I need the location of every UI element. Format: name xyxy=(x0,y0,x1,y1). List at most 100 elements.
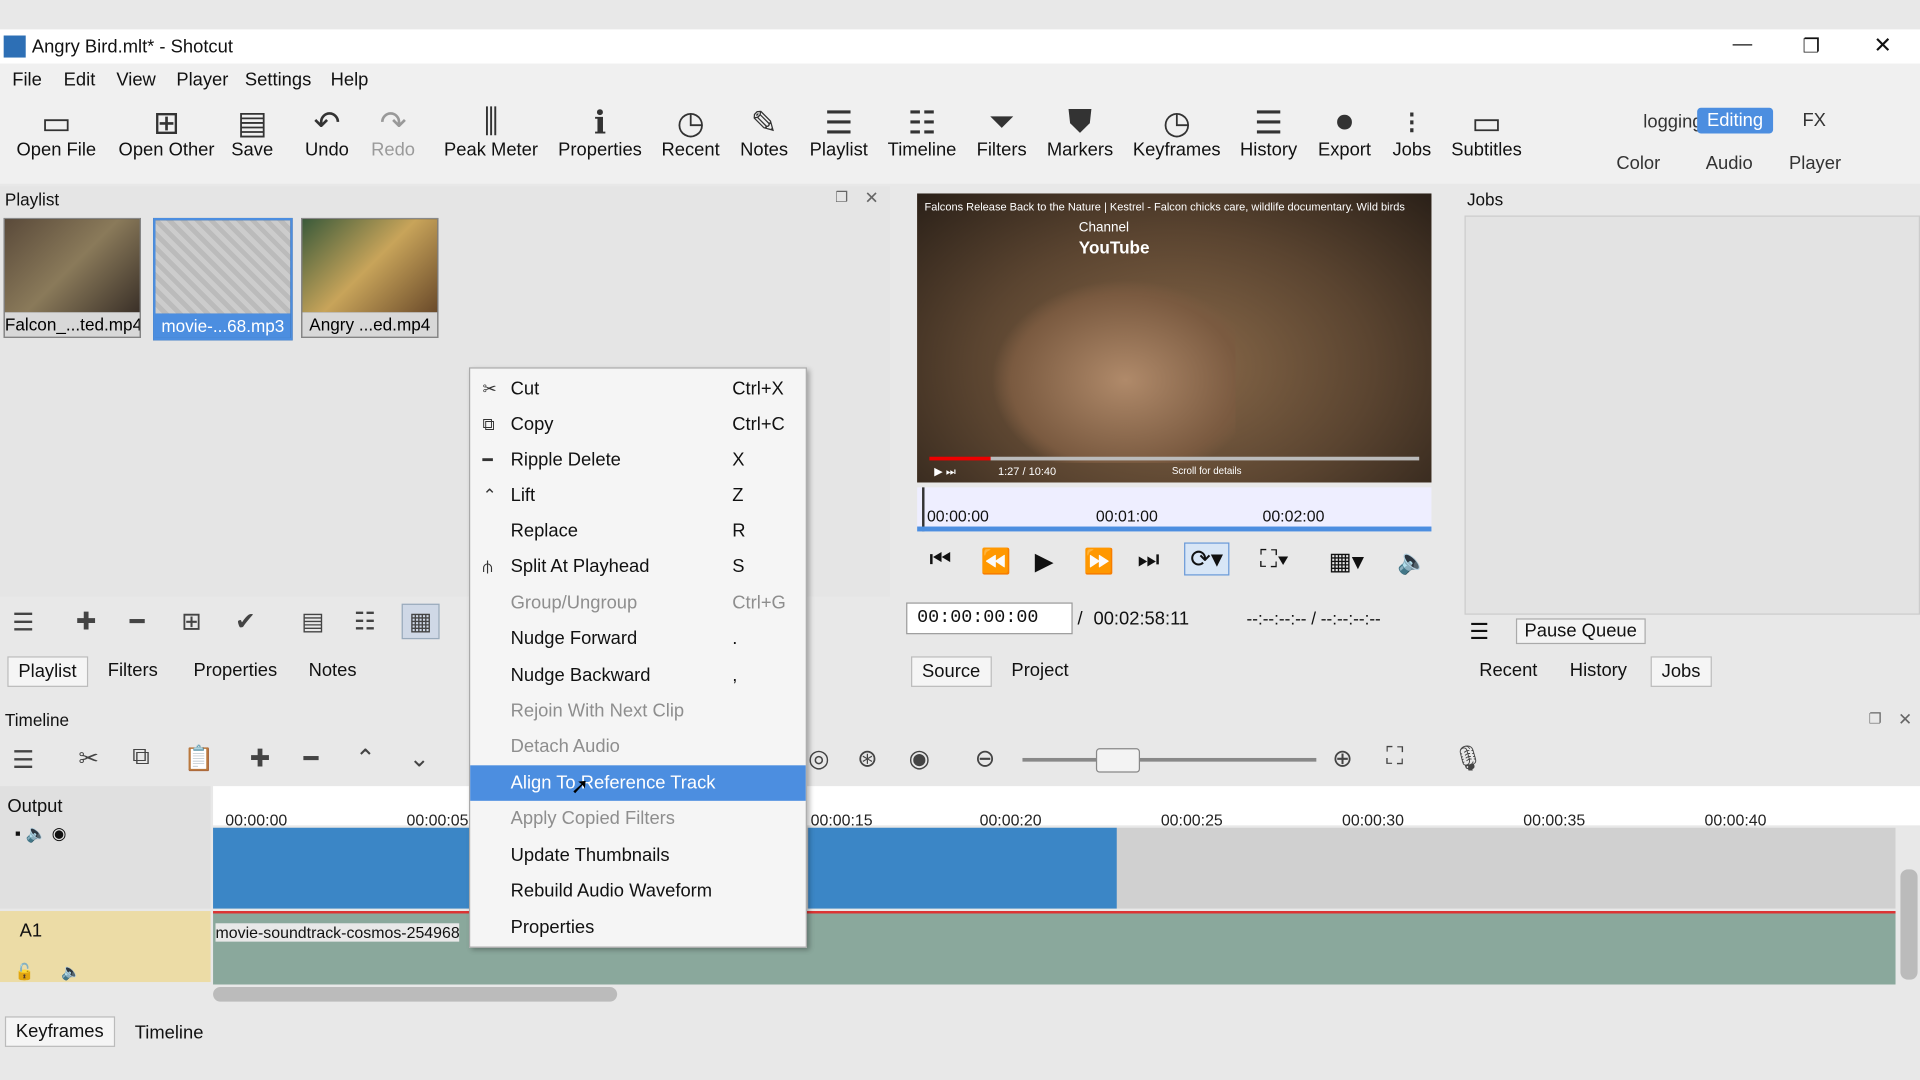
tab-properties[interactable]: Properties xyxy=(184,656,287,684)
grid-icon[interactable]: ▦▾ xyxy=(1329,546,1364,577)
ripple-delete-icon[interactable]: ━ xyxy=(304,743,319,774)
tab-jobs[interactable]: Jobs xyxy=(1650,656,1712,687)
zoom-fit-icon[interactable]: ⛶ xyxy=(1386,743,1403,771)
peak-meter-button[interactable]: ⫼ Peak Meter xyxy=(443,103,539,161)
filters-button[interactable]: ⏷ Filters xyxy=(972,103,1031,161)
play-icon[interactable]: ▶ xyxy=(1035,546,1054,577)
layout-logging[interactable]: logging xyxy=(1643,111,1702,132)
keyframes-button[interactable]: ◷ Keyframes xyxy=(1131,103,1222,160)
track-mute-icon[interactable]: 🔈 xyxy=(61,962,81,982)
mute-icon[interactable]: ▪ 🔈 ◉ xyxy=(15,823,67,844)
timeline-button[interactable]: ☷ Timeline xyxy=(884,103,960,160)
menu-item-align-reference[interactable]: Align To Reference Track xyxy=(470,765,806,801)
tab-history[interactable]: History xyxy=(1560,656,1637,684)
restore-button[interactable]: ❐ xyxy=(1802,34,1820,58)
video-preview[interactable]: Falcons Release Back to the Nature | Kes… xyxy=(917,193,1432,483)
menu-settings[interactable]: Settings xyxy=(245,70,311,91)
layout-fx[interactable]: FX xyxy=(1802,110,1825,131)
tab-filters[interactable]: Filters xyxy=(98,656,168,684)
add-files-icon[interactable]: ⊞ xyxy=(181,606,202,637)
icons-view-icon[interactable]: ☷ xyxy=(354,606,376,637)
tab-project[interactable]: Project xyxy=(1002,656,1079,684)
playlist-menu-icon[interactable]: ☰ xyxy=(12,607,34,638)
menu-item-apply-copied-filters[interactable]: Apply Copied Filters xyxy=(470,801,806,837)
menu-item-lift[interactable]: ⌃ Lift Z xyxy=(470,478,806,514)
timeline-menu-icon[interactable]: ☰ xyxy=(12,744,34,775)
tab-playlist[interactable]: Playlist xyxy=(7,656,88,687)
timeline-hscroll[interactable] xyxy=(213,986,618,1002)
menu-item-properties[interactable]: Properties xyxy=(470,910,806,946)
menu-item-ripple-delete[interactable]: ━ Ripple Delete X xyxy=(470,442,806,478)
append-icon[interactable]: ✚ xyxy=(250,743,271,774)
redo-button[interactable]: ↷ Redo xyxy=(367,103,418,160)
notes-button[interactable]: ✎ Notes xyxy=(737,103,791,160)
layout-player[interactable]: Player xyxy=(1789,153,1841,174)
menu-player[interactable]: Player xyxy=(176,70,228,91)
undo-button[interactable]: ↶ Undo xyxy=(299,103,355,160)
zoom-slider-handle[interactable] xyxy=(1095,748,1141,773)
playlist-clip[interactable]: Falcon_...ted.mp4 xyxy=(3,217,141,338)
skip-previous-icon[interactable]: ⏮ xyxy=(929,546,951,574)
overwrite-icon[interactable]: ⌄ xyxy=(409,743,430,774)
tab-source[interactable]: Source xyxy=(911,656,992,687)
close-panel-icon[interactable]: ✕ xyxy=(864,187,878,208)
menu-help[interactable]: Help xyxy=(331,70,369,91)
details-view-icon[interactable]: ▤ xyxy=(301,606,324,637)
float-icon[interactable]: ❐ xyxy=(835,189,848,206)
fast-forward-icon[interactable]: ⏩ xyxy=(1084,546,1114,577)
timeline-close-icon[interactable]: ✕ xyxy=(1898,709,1912,730)
tab-recent[interactable]: Recent xyxy=(1469,656,1547,684)
menu-item-cut[interactable]: ✂ Cut Ctrl+X xyxy=(470,371,806,407)
history-button[interactable]: ☰ History xyxy=(1237,103,1301,160)
properties-button[interactable]: ℹ Properties xyxy=(556,103,644,160)
layout-color[interactable]: Color xyxy=(1616,153,1660,174)
menu-item-split[interactable]: ⫛ Split At Playhead S xyxy=(470,549,806,585)
jobs-button[interactable]: ⁝ Jobs xyxy=(1389,103,1436,160)
copy-icon[interactable]: ⧉ xyxy=(132,743,149,771)
ripple-icon[interactable]: ◎ xyxy=(808,743,829,774)
open-other-button[interactable]: ⊞ Open Other xyxy=(113,103,221,160)
timecode-field[interactable]: 00:00:00:00 xyxy=(906,602,1073,635)
ripple-all-icon[interactable]: ⊛ xyxy=(857,743,878,774)
markers-button[interactable]: ⛊ Markers xyxy=(1043,103,1116,161)
close-button[interactable]: ✕ xyxy=(1873,33,1891,59)
paste-icon[interactable]: 📋 xyxy=(184,743,214,774)
rewind-icon[interactable]: ⏪ xyxy=(981,546,1011,577)
tab-notes[interactable]: Notes xyxy=(299,656,367,684)
menu-item-copy[interactable]: ⧉ Copy Ctrl+C xyxy=(470,407,806,443)
volume-icon[interactable]: 🔈 xyxy=(1397,546,1427,577)
zoom-out-icon[interactable]: ⊖ xyxy=(975,743,996,774)
menu-edit[interactable]: Edit xyxy=(64,70,96,91)
timeline-float-icon[interactable]: ❐ xyxy=(1869,710,1882,727)
menu-item-update-thumbnails[interactable]: Update Thumbnails xyxy=(470,838,806,874)
minimize-button[interactable]: — xyxy=(1733,34,1753,56)
player-ruler[interactable]: 00:00:00 00:01:00 00:02:00 xyxy=(917,487,1432,532)
ripple-markers-icon[interactable]: ◉ xyxy=(909,743,930,774)
save-button[interactable]: ▤ Save xyxy=(228,103,277,160)
tab-keyframes[interactable]: Keyframes xyxy=(4,1016,115,1047)
recent-button[interactable]: ◷ Recent xyxy=(659,103,723,160)
tab-timeline[interactable]: Timeline xyxy=(125,1019,213,1047)
timeline-clip[interactable] xyxy=(808,827,1117,909)
loop-icon[interactable]: ⟳▾ xyxy=(1184,542,1230,576)
lift-icon[interactable]: ⌃ xyxy=(355,743,376,774)
export-button[interactable]: ⏺ Export xyxy=(1315,103,1374,161)
record-audio-icon[interactable]: 🎙 xyxy=(1452,743,1483,774)
add-to-playlist-icon[interactable]: ✚ xyxy=(76,606,97,637)
menu-file[interactable]: File xyxy=(12,70,42,91)
tiles-view-icon[interactable]: ▦ xyxy=(401,603,440,640)
playlist-clip[interactable]: movie-...68.mp3 xyxy=(153,217,293,341)
zoom-toggle-icon[interactable]: ⛶▾ xyxy=(1260,546,1289,574)
timeline-vscroll[interactable] xyxy=(1900,869,1918,980)
audio-clip[interactable]: movie-soundtrack-cosmos-254968 xyxy=(213,911,1896,985)
zoom-in-icon[interactable]: ⊕ xyxy=(1332,743,1353,774)
menu-item-replace[interactable]: Replace R xyxy=(470,513,806,549)
menu-item-detach-audio[interactable]: Detach Audio xyxy=(470,729,806,765)
layout-audio[interactable]: Audio xyxy=(1706,153,1753,174)
update-icon[interactable]: ✔ xyxy=(235,606,256,637)
menu-item-nudge-backward[interactable]: Nudge Backward, xyxy=(470,658,806,694)
lock-icon[interactable]: 🔓 xyxy=(15,962,35,982)
cut-icon[interactable]: ✂ xyxy=(78,743,99,774)
menu-item-rebuild-waveform[interactable]: Rebuild Audio Waveform xyxy=(470,873,806,909)
playlist-clip[interactable]: Angry ...ed.mp4 xyxy=(301,217,439,338)
